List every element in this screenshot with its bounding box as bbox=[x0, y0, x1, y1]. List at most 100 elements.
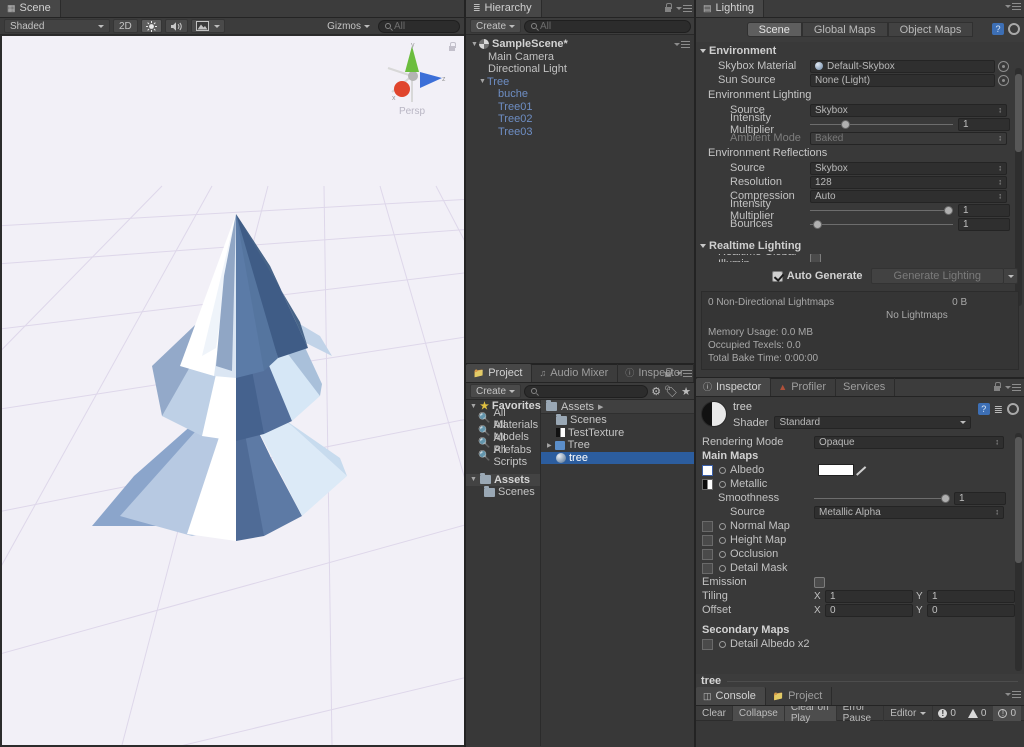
auto-generate-checkbox[interactable] bbox=[771, 270, 783, 282]
console-button[interactable]: Clear on Play bbox=[784, 702, 837, 724]
hierarchy-item[interactable]: Tree02 bbox=[466, 113, 695, 126]
generate-lighting-button[interactable]: Generate Lighting bbox=[870, 268, 1004, 284]
lock-icon[interactable] bbox=[993, 382, 1001, 392]
tab-audio-mixer[interactable]: ♫ Audio Mixer bbox=[532, 364, 619, 382]
tab-hierarchy[interactable]: ≣ Hierarchy bbox=[466, 0, 542, 17]
speaker-icon[interactable] bbox=[164, 19, 188, 33]
tab-lighting-object-maps[interactable]: Object Maps bbox=[887, 22, 974, 37]
help-icon[interactable]: ? bbox=[977, 403, 990, 415]
filter-by-label-icon[interactable]: 🏷 bbox=[664, 385, 678, 398]
offset-y-field[interactable]: 0 bbox=[927, 603, 1015, 617]
hierarchy-item[interactable]: Tree01 bbox=[466, 101, 695, 114]
scene-context-menu-icon[interactable] bbox=[674, 40, 690, 48]
tab-inspector[interactable]: ⓘ Inspector bbox=[696, 378, 772, 396]
hierarchy-scene-root[interactable]: ▼ SampleScene* bbox=[466, 38, 695, 51]
console-button[interactable]: Collapse bbox=[732, 705, 785, 721]
project-search-input[interactable] bbox=[524, 384, 649, 398]
texture-slot[interactable] bbox=[702, 520, 713, 532]
environment-section-header[interactable]: Environment bbox=[696, 42, 1024, 59]
scene-view-gizmo[interactable]: y z x Persp bbox=[372, 36, 452, 131]
tab-lighting-global-maps[interactable]: Global Maps bbox=[801, 22, 888, 37]
texture-slot[interactable] bbox=[702, 548, 713, 560]
hierarchy-item[interactable]: buche bbox=[466, 88, 695, 101]
chevron-right-icon[interactable]: ▶ bbox=[547, 442, 552, 449]
shader-dropdown[interactable]: Standard bbox=[774, 416, 972, 429]
generate-lighting-dropdown[interactable] bbox=[1004, 268, 1018, 284]
albedo-color-swatch[interactable] bbox=[818, 464, 854, 476]
gear-icon[interactable] bbox=[1008, 23, 1020, 35]
favorite-icon[interactable]: ★ bbox=[681, 385, 691, 398]
lock-icon[interactable] bbox=[664, 368, 672, 378]
chevron-down-icon[interactable]: ▼ bbox=[478, 78, 487, 85]
toggle-2d-button[interactable]: 2D bbox=[113, 19, 138, 33]
albedo-texture-slot[interactable] bbox=[702, 464, 713, 476]
skybox-material-field[interactable]: Default-Skybox bbox=[810, 59, 995, 73]
gear-icon[interactable] bbox=[1007, 403, 1019, 415]
tiling-x-field[interactable]: 1 bbox=[825, 589, 913, 603]
tab-console[interactable]: ◫ Console bbox=[696, 687, 766, 705]
preset-icon[interactable]: ≣ bbox=[994, 403, 1003, 416]
chevron-down-icon[interactable]: ▼ bbox=[470, 41, 479, 48]
tab-lighting-scene[interactable]: Scene bbox=[746, 22, 802, 37]
projection-label[interactable]: Persp bbox=[399, 106, 425, 117]
hierarchy-item[interactable]: Directional Light bbox=[466, 63, 695, 76]
texture-slot[interactable] bbox=[702, 534, 713, 546]
scene-search-input[interactable]: All bbox=[378, 19, 460, 33]
project-file-item[interactable]: tree bbox=[541, 451, 695, 464]
texture-slot[interactable] bbox=[702, 562, 713, 574]
smoothness-source-dropdown[interactable]: Metallic Alpha bbox=[814, 505, 1004, 519]
filter-by-type-icon[interactable]: ⚙ bbox=[651, 385, 661, 398]
metallic-texture-slot[interactable] bbox=[702, 478, 713, 490]
favorite-item[interactable]: 🔍 All Scripts bbox=[466, 444, 540, 468]
refl-compression-dropdown[interactable]: Auto bbox=[810, 189, 1007, 203]
env-intensity-slider[interactable] bbox=[810, 118, 953, 131]
error-count-badge[interactable]: ! 0 bbox=[933, 706, 961, 721]
env-intensity-value[interactable]: 1 bbox=[958, 117, 1010, 131]
tab-lighting[interactable]: ▤ Lighting bbox=[696, 0, 765, 17]
scene-lock-icon[interactable] bbox=[448, 42, 456, 52]
hierarchy-search-input[interactable]: All bbox=[524, 19, 691, 33]
panel-menu-icon[interactable] bbox=[676, 369, 692, 377]
console-button[interactable]: Clear bbox=[696, 705, 733, 721]
tab-services[interactable]: Services bbox=[836, 378, 896, 396]
tab-profiler[interactable]: ▲ Profiler bbox=[771, 378, 837, 396]
assets-child-scenes[interactable]: Scenes bbox=[466, 485, 540, 499]
emission-checkbox[interactable] bbox=[814, 576, 825, 588]
eyedropper-icon[interactable] bbox=[854, 464, 867, 477]
refl-resolution-dropdown[interactable]: 128 bbox=[810, 175, 1007, 189]
console-button[interactable]: Error Pause bbox=[837, 702, 885, 724]
hierarchy-item[interactable]: Main Camera bbox=[466, 51, 695, 64]
object-picker-icon[interactable] bbox=[998, 74, 1009, 86]
project-file-item[interactable]: ▶ Tree bbox=[541, 439, 695, 452]
inspector-scrollbar[interactable] bbox=[1015, 433, 1022, 671]
realtime-gi-checkbox[interactable] bbox=[810, 254, 821, 262]
console-log-area[interactable] bbox=[696, 721, 1024, 747]
offset-x-field[interactable]: 0 bbox=[825, 603, 913, 617]
warning-count-badge[interactable]: 0 bbox=[963, 706, 992, 721]
refl-intensity-value[interactable]: 1 bbox=[958, 203, 1010, 217]
image-effects-icon[interactable] bbox=[190, 19, 225, 33]
rendering-mode-dropdown[interactable]: Opaque bbox=[814, 435, 1004, 449]
smoothness-slider[interactable] bbox=[814, 492, 950, 505]
project-file-item[interactable]: TestTexture bbox=[541, 427, 695, 440]
hierarchy-item[interactable]: Tree03 bbox=[466, 126, 695, 139]
hierarchy-create-button[interactable]: Create bbox=[470, 19, 522, 33]
project-file-item[interactable]: Scenes bbox=[541, 413, 695, 427]
tab-project[interactable]: 📁 Project bbox=[466, 364, 533, 382]
smoothness-value[interactable]: 1 bbox=[954, 491, 1006, 505]
refl-intensity-slider[interactable] bbox=[810, 204, 954, 217]
assets-root[interactable]: ▼ Assets bbox=[466, 473, 540, 486]
gizmos-dropdown[interactable]: Gizmos bbox=[322, 19, 375, 33]
console-button[interactable]: Editor bbox=[884, 705, 934, 721]
hierarchy-item[interactable]: ▼ Tree bbox=[466, 76, 695, 89]
draw-mode-dropdown[interactable]: Shaded bbox=[4, 19, 110, 33]
detail-albedo-texture-slot[interactable] bbox=[702, 638, 713, 650]
panel-menu-icon[interactable] bbox=[1005, 691, 1021, 698]
scene-viewport[interactable]: y z x Persp bbox=[2, 36, 464, 745]
tab-scene[interactable]: ▦ Scene bbox=[0, 0, 61, 17]
tab-console-project[interactable]: 📁 Project bbox=[766, 687, 833, 705]
info-count-badge[interactable]: ! 0 bbox=[993, 705, 1021, 721]
refl-source-dropdown[interactable]: Skybox bbox=[810, 161, 1007, 175]
tiling-y-field[interactable]: 1 bbox=[927, 589, 1015, 603]
tree-model[interactable] bbox=[2, 36, 464, 745]
